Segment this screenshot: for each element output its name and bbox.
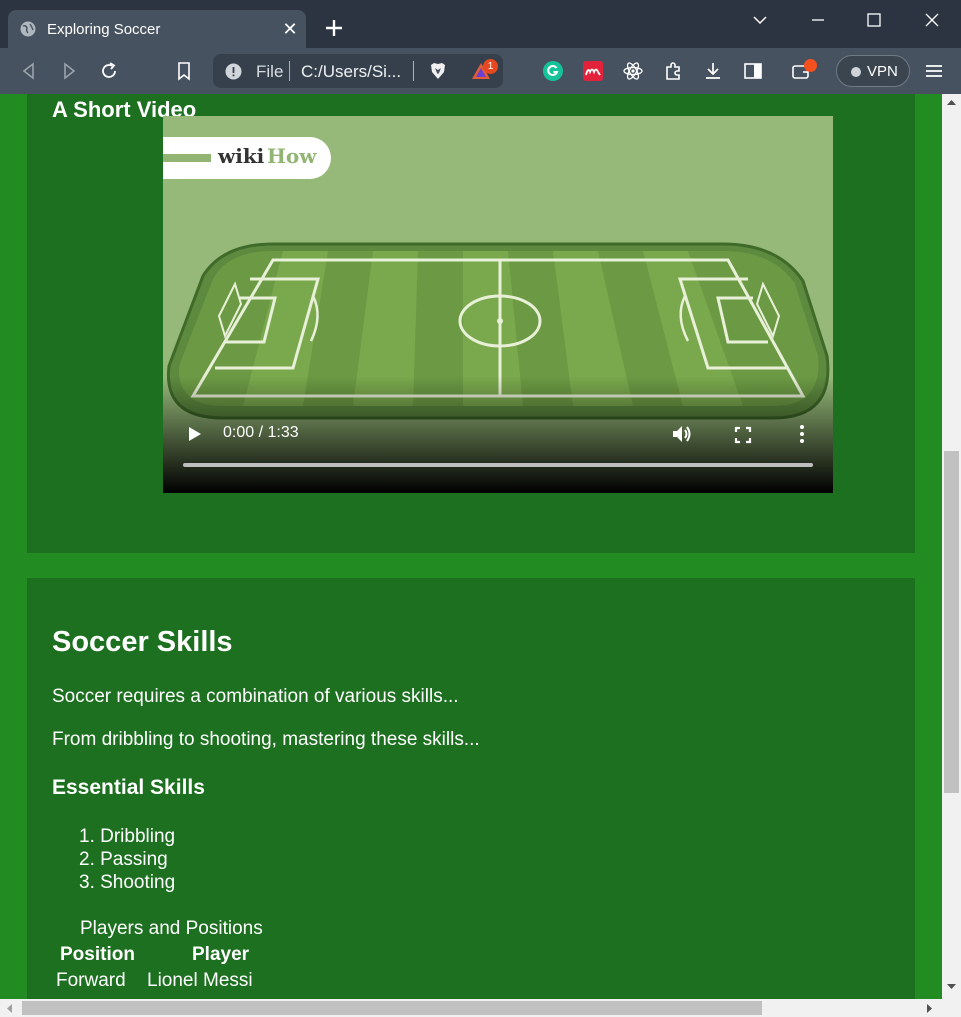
address-divider-2 [413,61,414,81]
fullscreen-icon[interactable] [734,426,752,444]
tab-exploring-soccer[interactable]: Exploring Soccer ✕ [8,10,306,48]
video-progress-bar[interactable] [183,463,813,467]
table-cell-player: Lionel Messi [147,970,253,991]
table-header-player: Player [192,944,250,965]
wallet-badge-dot [804,59,817,72]
brave-shields-icon[interactable] [427,60,449,82]
info-icon[interactable] [225,63,242,80]
rewards-badge: 1 [483,59,498,74]
vertical-scroll-thumb[interactable] [944,451,959,793]
menu-hamburger-icon[interactable] [923,60,945,82]
page-viewport: A Short Video wiki How 0:00 / 1:33 Socce… [0,94,942,999]
scroll-left-arrow-icon[interactable] [5,1003,13,1014]
grammarly-icon[interactable] [542,60,564,82]
browser-toolbar: File C:/Users/Si... 1 VPN [0,48,961,94]
logo-text-wiki: wiki [218,144,265,168]
address-scheme: File [256,62,284,81]
scroll-right-arrow-icon[interactable] [926,1003,934,1014]
back-icon[interactable] [18,60,40,82]
new-tab-icon[interactable] [322,16,346,40]
list-item: 1. Dribbling [79,826,176,847]
horizontal-scroll-thumb[interactable] [22,1001,762,1015]
tab-title: Exploring Soccer [47,21,161,38]
address-bar[interactable]: File C:/Users/Si... [213,54,503,88]
scroll-down-arrow-icon[interactable] [946,983,957,991]
volume-icon[interactable] [671,423,695,445]
react-devtools-icon[interactable] [622,60,644,82]
vpn-status-icon [851,67,861,77]
tab-search-chevron-icon[interactable] [740,6,780,34]
forward-icon[interactable] [58,60,80,82]
logo-text-how: How [267,144,317,168]
vpn-button[interactable]: VPN [836,55,910,87]
table-header-position: Position [60,944,135,965]
scroll-up-arrow-icon[interactable] [946,98,957,106]
minimize-icon[interactable] [798,6,838,34]
globe-icon [20,21,36,37]
video-time: 0:00 / 1:33 [223,424,299,441]
downloads-icon[interactable] [702,60,724,82]
table-caption: Players and Positions [80,918,263,939]
mendeley-icon[interactable] [582,60,604,82]
address-url[interactable]: C:/Users/Si... [301,62,401,82]
skills-heading: Soccer Skills [52,626,233,658]
vertical-scrollbar[interactable] [942,94,961,999]
address-divider [289,61,290,81]
video-section: A Short Video wiki How 0:00 / 1:33 [27,94,915,553]
skills-paragraph-1: Soccer requires a combination of various… [52,686,459,707]
table-cell-position: Forward [56,970,126,991]
skills-section: Soccer Skills Soccer requires a combinat… [27,578,915,999]
more-options-icon[interactable] [795,424,809,444]
play-icon[interactable] [187,425,203,443]
extensions-puzzle-icon[interactable] [662,60,684,82]
video-player[interactable]: wiki How 0:00 / 1:33 [163,116,833,493]
vpn-label: VPN [867,63,898,80]
list-item: 3. Shooting [79,872,176,893]
tab-bar: Exploring Soccer ✕ [0,0,961,48]
horizontal-scrollbar[interactable] [0,999,961,1017]
maximize-icon[interactable] [854,6,894,34]
reload-icon[interactable] [98,60,120,82]
essential-skills-heading: Essential Skills [52,776,205,799]
close-window-icon[interactable] [912,6,952,34]
close-tab-icon[interactable]: ✕ [280,19,300,39]
skills-paragraph-2: From dribbling to shooting, mastering th… [52,729,480,750]
bookmark-icon[interactable] [173,60,195,82]
wikihow-logo: wiki How [163,137,331,179]
list-item: 2. Passing [79,849,168,870]
logo-bar [163,154,211,162]
sidebar-icon[interactable] [742,60,764,82]
